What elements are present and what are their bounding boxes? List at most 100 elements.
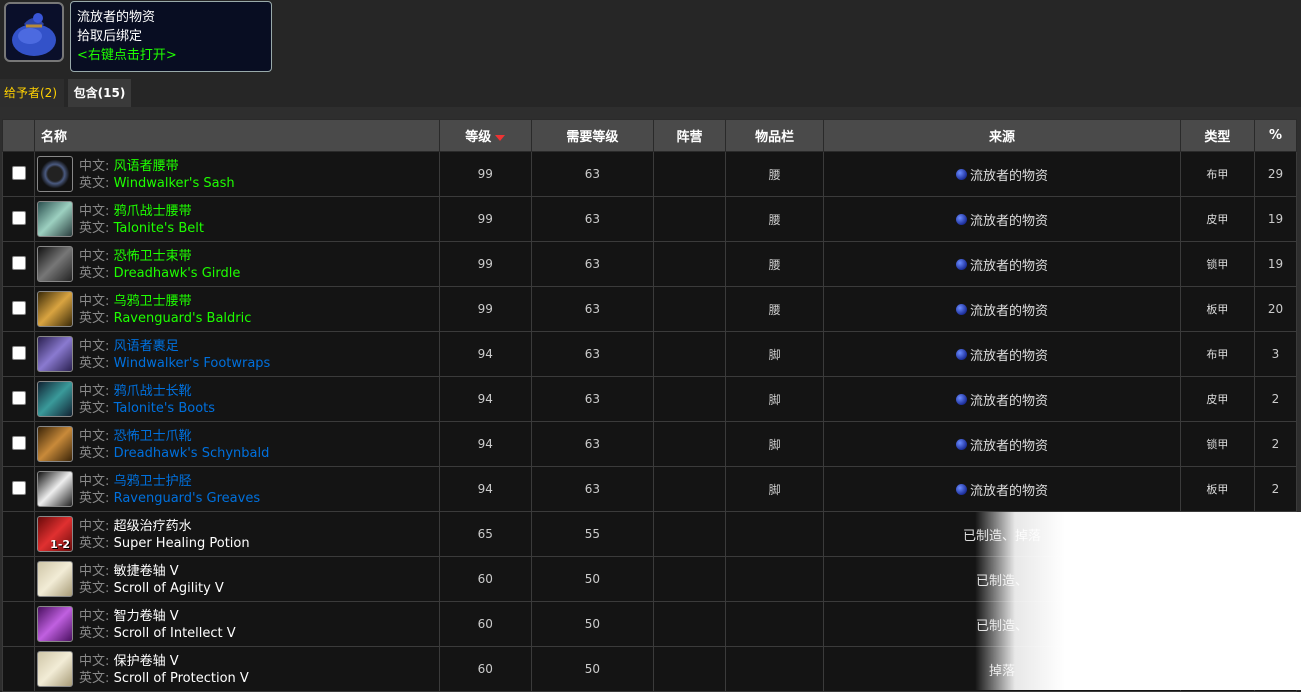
select-cell[interactable] [1,286,36,332]
item-name-en[interactable]: Ravenguard's Baldric [114,311,252,326]
cn-label: 中文: [79,519,110,534]
col-level[interactable]: 等级 [438,119,532,152]
select-cell[interactable] [1,196,36,242]
item-name-cn[interactable]: 风语者腰带 [114,159,179,174]
source-link[interactable]: 流放者的物资 [956,255,1048,274]
source-link[interactable]: 流放者的物资 [956,300,1048,319]
slot-cell: 腰 [725,196,825,242]
select-cell[interactable] [1,466,36,512]
item-names: 中文: 鸦爪战士腰带 英文: Talonite's Belt [79,203,204,237]
sash-icon[interactable] [37,156,74,192]
table-row[interactable]: 中文: 风语者腰带 英文: Windwalker's Sash 99 63 腰 … [1,151,1298,197]
schynbald-icon[interactable] [37,426,74,462]
source-link[interactable]: 流放者的物资 [956,165,1048,184]
item-name-cn[interactable]: 智力卷轴 V [114,609,179,624]
bag-icon [956,438,968,450]
row-checkbox[interactable] [11,435,26,450]
table-row[interactable]: 中文: 乌鸦卫士腰带 英文: Ravenguard's Baldric 99 6… [1,286,1298,332]
row-checkbox[interactable] [11,165,26,180]
cn-label: 中文: [79,384,110,399]
select-cell[interactable] [1,331,36,377]
type-cell: 锁甲 [1179,241,1255,287]
type-cell: 板甲 [1179,286,1255,332]
item-name-cn[interactable]: 超级治疗药水 [114,519,192,534]
name-cell: 中文: 风语者腰带 英文: Windwalker's Sash [34,151,440,197]
item-name-en[interactable]: Talonite's Boots [114,401,215,416]
item-name-en[interactable]: Dreadhawk's Schynbald [114,446,270,461]
belt-icon[interactable] [37,201,74,237]
row-checkbox[interactable] [11,345,26,360]
source-link[interactable]: 流放者的物资 [956,390,1048,409]
item-name-en[interactable]: Scroll of Intellect V [114,626,236,641]
row-checkbox[interactable] [11,255,26,270]
item-name-cn[interactable]: 保护卷轴 V [114,654,179,669]
item-name-en[interactable]: Super Healing Potion [114,536,250,551]
item-name-cn[interactable]: 恐怖卫士束带 [114,249,192,264]
tab-contains[interactable]: 包含(15) [68,79,131,107]
col-type[interactable]: 类型 [1179,119,1255,152]
baldric-icon[interactable] [37,291,74,327]
stack-count: 1-2 [50,538,71,551]
footwraps-icon[interactable] [37,336,74,372]
boots-icon[interactable] [37,381,74,417]
select-cell [1,646,36,692]
item-name-en[interactable]: Windwalker's Sash [114,176,235,191]
select-cell[interactable] [1,376,36,422]
item-name-en[interactable]: Talonite's Belt [114,221,204,236]
item-name-en[interactable]: Ravenguard's Greaves [114,491,261,506]
level-cell: 65 [438,511,532,557]
name-cell: 中文: 恐怖卫士束带 英文: Dreadhawk's Girdle [34,241,440,287]
type-text: 皮甲 [1206,213,1229,226]
table-row[interactable]: 中文: 乌鸦卫士护胫 英文: Ravenguard's Greaves 94 6… [1,466,1298,512]
faction-cell [652,466,727,512]
scroll-icon[interactable] [37,561,74,597]
item-name-en[interactable]: Scroll of Agility V [114,581,224,596]
table-row[interactable]: 中文: 鸦爪战士腰带 英文: Talonite's Belt 99 63 腰 流… [1,196,1298,242]
source-link[interactable]: 流放者的物资 [956,345,1048,364]
item-name-en[interactable]: Scroll of Protection V [114,671,249,686]
col-slot[interactable]: 物品栏 [725,119,825,152]
scroll-icon[interactable] [37,606,74,642]
col-source[interactable]: 来源 [823,119,1181,152]
level-cell: 99 [438,151,532,197]
item-name-en[interactable]: Windwalker's Footwraps [114,356,271,371]
row-checkbox[interactable] [11,210,26,225]
girdle-icon[interactable] [37,246,74,282]
item-name-cn[interactable]: 恐怖卫士爪靴 [114,429,192,444]
table-row[interactable]: 中文: 鸦爪战士长靴 英文: Talonite's Boots 94 63 脚 … [1,376,1298,422]
item-name-cn[interactable]: 风语者裹足 [114,339,179,354]
table-row[interactable]: 中文: 恐怖卫士束带 英文: Dreadhawk's Girdle 99 63 … [1,241,1298,287]
item-name-en[interactable]: Dreadhawk's Girdle [114,266,241,281]
en-label: 英文: [79,536,110,551]
table-row[interactable]: 中文: 风语者裹足 英文: Windwalker's Footwraps 94 … [1,331,1298,377]
table-row[interactable]: 中文: 恐怖卫士爪靴 英文: Dreadhawk's Schynbald 94 … [1,421,1298,467]
row-checkbox[interactable] [11,300,26,315]
col-name[interactable]: 名称 [34,119,440,152]
item-title: 流放者的物资 [77,10,156,25]
bag-icon[interactable] [4,2,64,62]
item-name-cn[interactable]: 敏捷卷轴 V [114,564,179,579]
row-checkbox[interactable] [11,480,26,495]
col-level-label: 等级 [465,130,492,145]
select-cell[interactable] [1,421,36,467]
item-name-cn[interactable]: 鸦爪战士腰带 [114,204,192,219]
col-req-level[interactable]: 需要等级 [530,119,655,152]
item-name-cn[interactable]: 乌鸦卫士护胫 [114,474,192,489]
level-cell: 94 [438,331,532,377]
scroll-icon[interactable] [37,651,74,687]
source-link[interactable]: 流放者的物资 [956,480,1048,499]
item-name-cn[interactable]: 乌鸦卫士腰带 [114,294,192,309]
percent-cell: 2 [1253,466,1298,512]
select-cell[interactable] [1,241,36,287]
row-checkbox[interactable] [11,390,26,405]
select-cell[interactable] [1,151,36,197]
potion-icon[interactable]: 1-2 [37,516,74,552]
item-name-cn[interactable]: 鸦爪战士长靴 [114,384,192,399]
greaves-icon[interactable] [37,471,74,507]
tab-givers[interactable]: 给予者(2) [0,79,64,107]
col-percent[interactable]: % [1253,119,1298,152]
req-level-cell: 63 [530,331,655,377]
source-link[interactable]: 流放者的物资 [956,435,1048,454]
col-faction[interactable]: 阵营 [652,119,727,152]
source-link[interactable]: 流放者的物资 [956,210,1048,229]
